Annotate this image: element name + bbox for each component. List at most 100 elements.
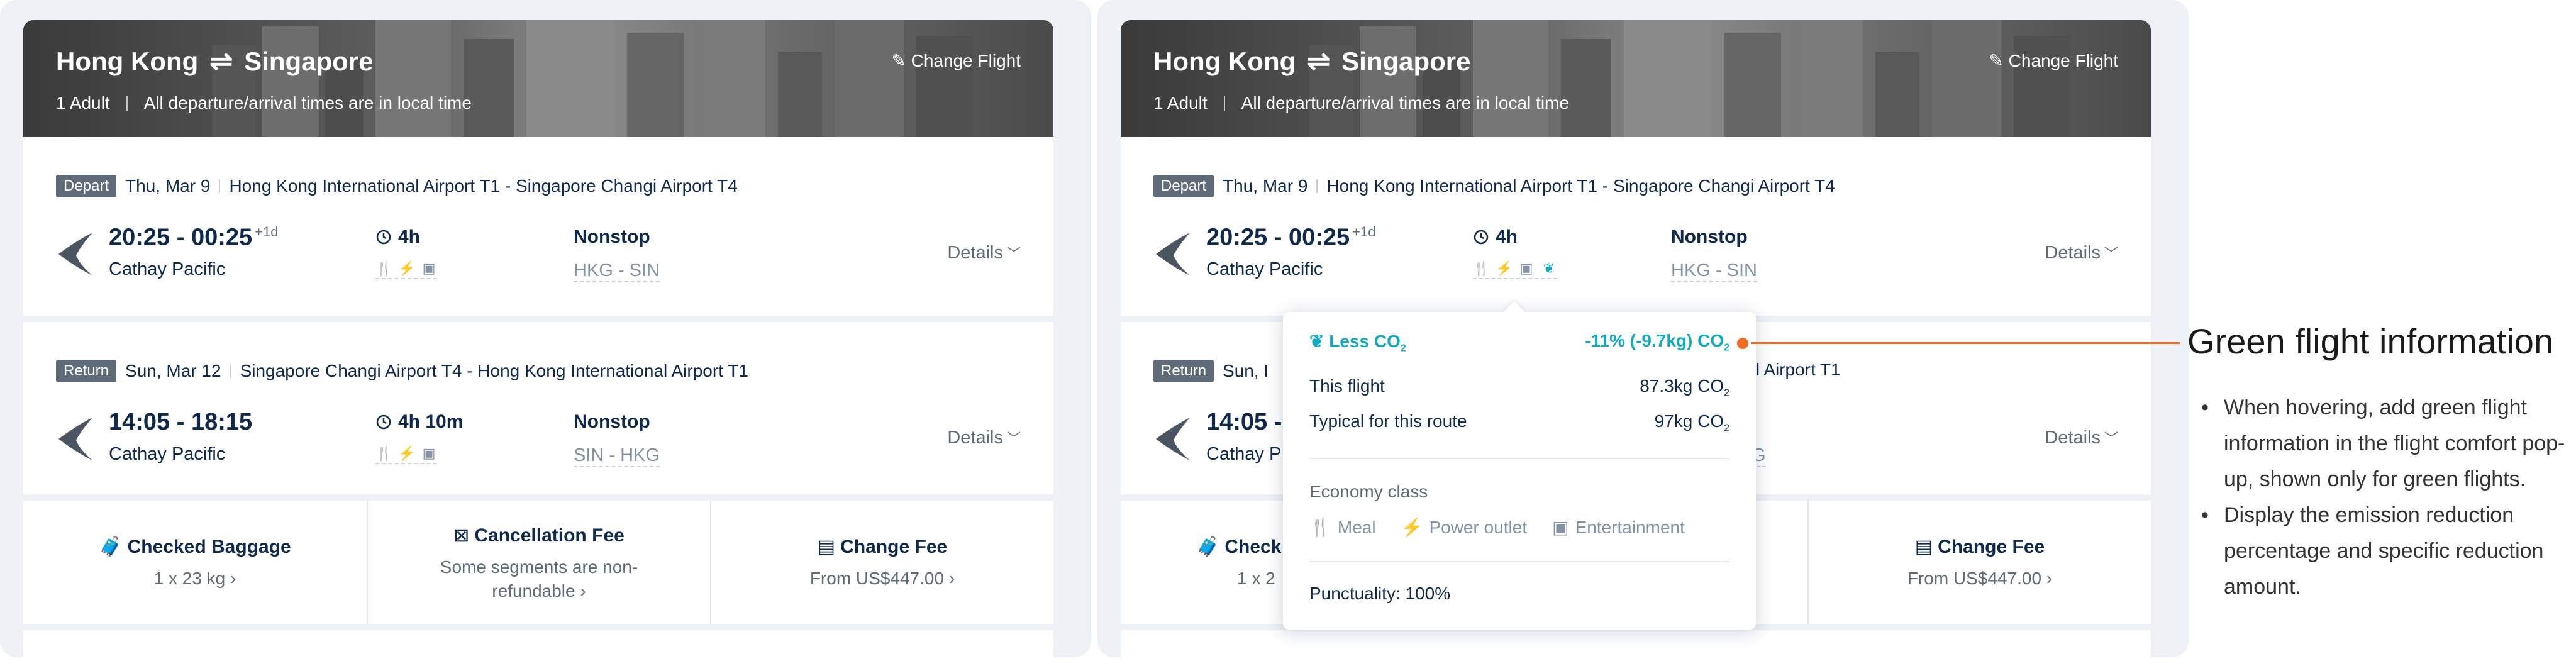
depart-badge: Depart — [56, 175, 117, 197]
route-title: Hong Kong ⇌ Singapore — [1153, 45, 1471, 77]
depart-amenities[interactable]: 🍴 ⚡ ▣ ❦ — [1473, 260, 1557, 279]
return-route: Singapore Changi Airport T4 - Hong Kong … — [240, 361, 748, 380]
depart-details-button[interactable]: Details ﹀ — [947, 243, 1021, 264]
chevron-right-icon: › — [230, 569, 236, 588]
return-codes[interactable]: SIN - HKG — [574, 445, 660, 467]
depart-route: Hong Kong International Airport T1 - Sin… — [229, 176, 738, 196]
swap-icon: ⇌ — [1307, 46, 1331, 77]
typical-route-row: Typical for this route 97kg CO2 — [1309, 411, 1729, 435]
change-flight-button[interactable]: ✎ Change Flight — [891, 50, 1021, 71]
more-content — [1121, 630, 2151, 657]
passenger-count: 1 Adult — [1153, 93, 1208, 113]
origin-city: Hong Kong — [56, 47, 199, 76]
return-duration: 4h 10m — [375, 411, 463, 433]
baggage-icon: 🧳 — [1196, 536, 1220, 557]
emission-reduction: -11% (-9.7kg) CO2 — [1585, 331, 1729, 353]
depart-airline: Cathay Pacific — [109, 259, 226, 279]
meal-icon: 🍴 — [1473, 260, 1491, 276]
return-airline-partial: Cathay P — [1206, 444, 1282, 464]
chevron-right-icon: › — [948, 569, 955, 588]
cancel-icon: ⊠ — [453, 525, 470, 546]
depart-duration: 4h — [375, 226, 420, 248]
calendar-icon: ▤ — [1914, 536, 1933, 557]
depart-details-button[interactable]: Details ﹀ — [2045, 243, 2118, 264]
clock-icon — [1474, 230, 1489, 245]
airline-logo — [1156, 233, 1190, 275]
passenger-count: 1 Adult — [56, 93, 110, 113]
typical-route-label: Typical for this route — [1309, 411, 1467, 431]
airline-logo — [1156, 418, 1190, 460]
depart-times: 20:25 - 00:25 +1d — [109, 224, 279, 251]
chevron-down-icon: ﹀ — [1006, 431, 1021, 447]
return-segment: Return Sun, Mar 12 Singapore Changi Airpor… — [23, 322, 1053, 494]
city-skyline-image — [1309, 20, 2070, 137]
destination-city: Singapore — [1341, 47, 1471, 76]
flight-comfort-popup: ❦ Less CO2 -11% (-9.7kg) CO2 This flight… — [1283, 301, 1756, 630]
chevron-down-icon: ﹀ — [2104, 246, 2118, 262]
change-fee[interactable]: ▤ Change Fee From US$447.00 › — [1807, 501, 2151, 624]
punctuality: Punctuality: 100% — [1309, 584, 1451, 603]
depart-segment: Depart Thu, Mar 9 Hong Kong International … — [23, 137, 1053, 316]
depart-codes[interactable]: HKG - SIN — [1671, 260, 1757, 282]
change-flight-label: Change Flight — [911, 51, 1021, 70]
depart-airline: Cathay Pacific — [1206, 259, 1323, 279]
day-offset: +1d — [1352, 224, 1376, 240]
return-stops: Nonstop — [574, 411, 650, 432]
return-badge: Return — [1153, 360, 1214, 382]
depart-date: Thu, Mar 9 — [125, 176, 211, 196]
chevron-right-icon: › — [2046, 569, 2053, 588]
return-times-partial: 14:05 - — [1206, 409, 1282, 435]
chevron-down-icon: ﹀ — [1006, 246, 1021, 262]
clock-icon — [376, 414, 391, 430]
change-flight-button[interactable]: ✎ Change Flight — [1989, 50, 2118, 71]
edit-icon: ✎ — [1989, 51, 2004, 70]
airline-logo — [58, 418, 92, 460]
depart-codes[interactable]: HKG - SIN — [574, 260, 660, 282]
cancellation-fee[interactable]: ⊠ Cancellation Fee Some segments are non-r… — [367, 501, 710, 624]
annotation-bullet: When hovering, add green flight informat… — [2201, 390, 2572, 497]
chevron-right-icon: › — [580, 581, 586, 601]
this-flight-row: This flight 87.3kg CO2 — [1309, 376, 1729, 399]
change-flight-label: Change Flight — [2008, 51, 2118, 70]
checked-baggage[interactable]: 🧳 Checked Baggage 1 x 23 kg › — [23, 501, 367, 624]
airline-logo — [58, 233, 92, 275]
return-details-button[interactable]: Details ﹀ — [947, 428, 1021, 448]
entertainment-icon: ▣ — [1519, 260, 1533, 276]
route-title: Hong Kong ⇌ Singapore — [56, 45, 374, 77]
route-banner: Hong Kong ⇌ Singapore 1 Adult All departure… — [23, 20, 1053, 137]
route-banner: Hong Kong ⇌ Singapore 1 Adult All departure… — [1121, 20, 2151, 137]
power-icon: ⚡ — [1496, 260, 1513, 276]
return-details-button[interactable]: Details ﹀ — [2045, 428, 2118, 448]
depart-date: Thu, Mar 9 — [1223, 176, 1308, 196]
leaf-icon: ❦ — [1543, 260, 1555, 276]
depart-badge: Depart — [1153, 175, 1214, 197]
power-icon: ⚡ — [398, 445, 416, 461]
leaf-icon: ❦ — [1309, 331, 1324, 351]
meal-icon: 🍴 — [375, 445, 393, 461]
trip-meta: 1 Adult All departure/arrival times are i… — [56, 93, 472, 113]
cabin-class: Economy class — [1309, 482, 1428, 501]
more-content — [23, 630, 1053, 657]
change-fee[interactable]: ▤ Change Fee From US$447.00 › — [710, 501, 1053, 624]
meal-icon: 🍴 — [375, 260, 393, 276]
return-amenities[interactable]: 🍴 ⚡ ▣ — [375, 445, 437, 464]
baggage-icon: 🧳 — [99, 536, 123, 557]
day-offset: +1d — [255, 224, 279, 240]
annotation-bullet: Display the emission reduction percentag… — [2201, 497, 2572, 605]
annotation-list: When hovering, add green flight informat… — [2201, 390, 2572, 605]
green-flight-row: ❦ Less CO2 -11% (-9.7kg) CO2 — [1309, 331, 1729, 355]
origin-city: Hong Kong — [1153, 47, 1296, 76]
flight-panel-default: Hong Kong ⇌ Singapore 1 Adult All departure… — [0, 0, 1091, 657]
return-times: 14:05 - 18:15 — [109, 409, 253, 435]
time-note: All departure/arrival times are in local… — [1241, 93, 1569, 113]
this-flight-label: This flight — [1309, 376, 1385, 396]
amenity-power: ⚡ Power outlet — [1401, 518, 1528, 537]
depart-stops: Nonstop — [1671, 226, 1748, 247]
amenity-entertainment: ▣ Entertainment — [1552, 518, 1685, 537]
clock-icon — [376, 230, 391, 245]
edit-icon: ✎ — [891, 51, 906, 70]
depart-stops: Nonstop — [574, 226, 650, 247]
depart-times: 20:25 - 00:25 +1d — [1206, 224, 1376, 251]
depart-route: Hong Kong International Airport T1 - Sin… — [1326, 176, 1835, 196]
depart-amenities[interactable]: 🍴 ⚡ ▣ — [375, 260, 437, 279]
